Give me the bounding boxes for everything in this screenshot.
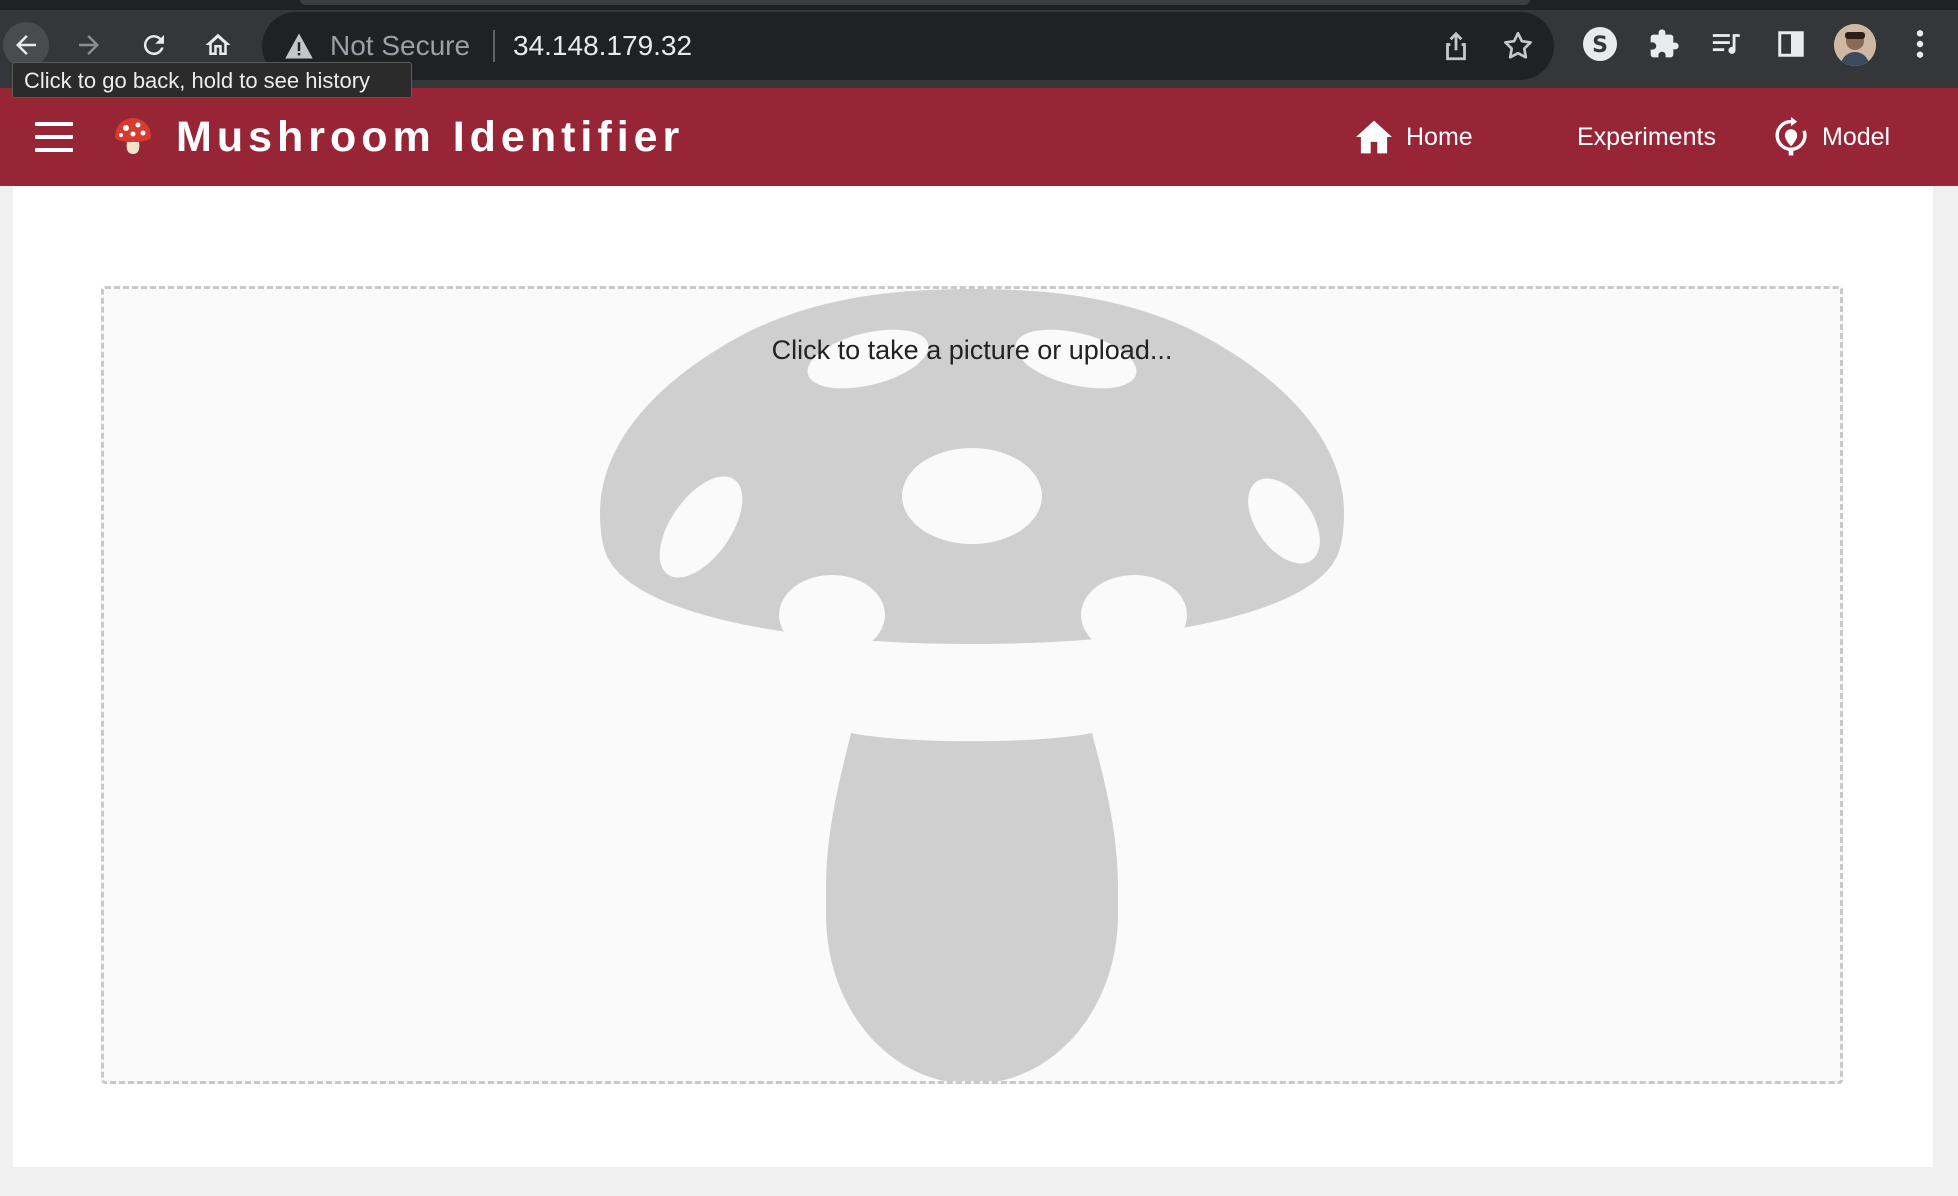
app-header: Mushroom Identifier Home Experiments Mod… — [0, 88, 1958, 186]
arrow-right-icon — [79, 35, 99, 55]
nav-experiments[interactable]: Experiments — [1577, 114, 1716, 160]
avatar-icon — [1834, 24, 1876, 66]
svg-text:S: S — [1592, 33, 1608, 58]
address-bar[interactable]: Not Secure 34.148.179.32 — [262, 12, 1554, 80]
nav-model-label: Model — [1822, 122, 1891, 151]
puzzle-icon — [1650, 29, 1679, 58]
mushroom-placeholder-icon — [600, 289, 1344, 1081]
mushroom-logo-icon — [115, 118, 151, 154]
active-tab[interactable] — [300, 0, 1530, 5]
model-icon — [1775, 117, 1807, 156]
browser-menu-button[interactable] — [1900, 24, 1940, 64]
reload-icon — [143, 35, 164, 56]
nav-experiments-label: Experiments — [1577, 122, 1716, 151]
playlist-music-icon — [1712, 34, 1740, 54]
side-panel-button[interactable] — [1771, 24, 1811, 64]
bookmark-star-icon[interactable] — [1500, 28, 1536, 64]
kebab-menu-icon — [1916, 30, 1924, 58]
house-outline-icon — [205, 33, 231, 55]
main-content: Click to take a picture or upload... — [13, 186, 1933, 1167]
address-separator — [493, 30, 495, 62]
home-icon — [1356, 120, 1392, 154]
s-logo-icon: S — [1583, 27, 1617, 61]
profile-avatar[interactable] — [1834, 24, 1876, 66]
side-panel-icon — [1778, 31, 1804, 57]
media-control-button[interactable] — [1707, 24, 1747, 64]
url-text[interactable]: 34.148.179.32 — [513, 29, 692, 63]
back-tooltip: Click to go back, hold to see history — [12, 62, 412, 98]
upload-prompt[interactable]: Click to take a picture or upload... — [104, 333, 1840, 367]
app-title[interactable]: Mushroom Identifier — [176, 112, 684, 162]
security-label[interactable]: Not Secure — [330, 29, 470, 63]
nav-model[interactable]: Model — [1772, 114, 1890, 160]
extension-s-button[interactable]: S — [1580, 24, 1620, 64]
extensions-button[interactable] — [1644, 24, 1684, 64]
image-upload-dropzone[interactable]: Click to take a picture or upload... — [101, 286, 1843, 1084]
share-icon[interactable] — [1439, 28, 1473, 64]
tab-strip — [0, 0, 1958, 10]
warning-icon[interactable] — [284, 32, 314, 60]
arrow-left-icon — [16, 35, 36, 55]
hamburger-menu-icon[interactable] — [35, 122, 73, 152]
nav-home[interactable]: Home — [1354, 114, 1473, 160]
nav-home-label: Home — [1406, 122, 1473, 151]
